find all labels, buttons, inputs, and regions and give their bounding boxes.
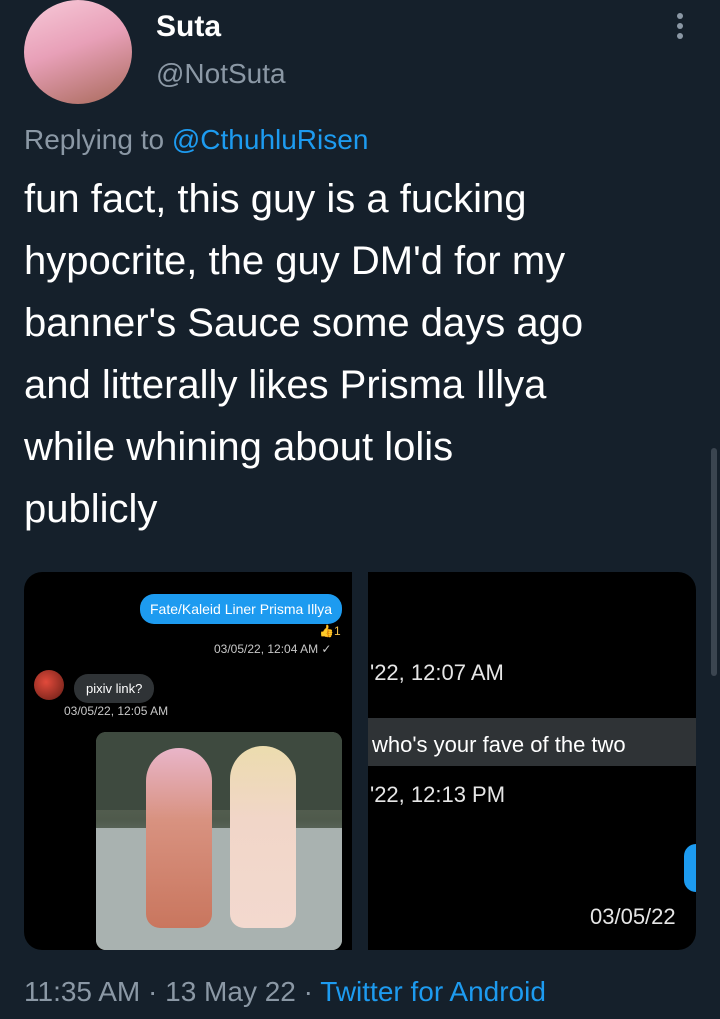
media-image-2[interactable]: '22, 12:07 AM who's your fave of the two… xyxy=(368,572,696,950)
avatar[interactable] xyxy=(24,0,132,104)
tweet-meta: 11:35 AM · 13 May 22 · Twitter for Andro… xyxy=(24,976,546,1008)
dm-timestamp-3: 03/05/22 xyxy=(590,904,676,929)
tweet-time: 11:35 AM xyxy=(24,976,141,1007)
dm-sent-timestamp: 03/05/22, 12:04 AM ✓ xyxy=(214,642,332,656)
meta-separator: · xyxy=(303,976,313,1007)
media-image-1[interactable]: Fate/Kaleid Liner Prisma Illya 👍1 03/05/… xyxy=(24,572,352,950)
dm-message: who's your fave of the two xyxy=(372,732,626,757)
dm-avatar xyxy=(34,670,64,700)
anime-image xyxy=(96,732,342,950)
scrollbar[interactable] xyxy=(711,448,717,676)
reaction-count: 1 xyxy=(333,624,341,638)
meta-separator: · xyxy=(148,976,158,1007)
tweet-source-link[interactable]: Twitter for Android xyxy=(320,976,546,1007)
dm-timestamp-1: '22, 12:07 AM xyxy=(370,660,504,685)
dm-received-timestamp: 03/05/22, 12:05 AM xyxy=(64,704,169,718)
dm-bubble-edge xyxy=(684,844,696,892)
dm-timestamp-2: '22, 12:13 PM xyxy=(370,782,506,807)
author-display-name[interactable]: Suta xyxy=(156,10,221,44)
reply-mention-link[interactable]: @CthuhluRisen xyxy=(172,124,369,155)
reaction-badge: 👍1 xyxy=(319,624,341,638)
more-options-icon[interactable] xyxy=(668,10,692,44)
replying-to: Replying to @CthuhluRisen xyxy=(24,124,368,156)
dm-sent-bubble: Fate/Kaleid Liner Prisma Illya xyxy=(140,594,343,624)
author-handle[interactable]: @NotSuta xyxy=(156,58,286,90)
replying-prefix: Replying to xyxy=(24,124,165,155)
tweet-date: 13 May 22 xyxy=(165,976,296,1007)
tweet-text: fun fact, this guy is a fucking hypocrit… xyxy=(24,177,584,531)
dm-received-bubble: pixiv link? xyxy=(74,674,155,703)
